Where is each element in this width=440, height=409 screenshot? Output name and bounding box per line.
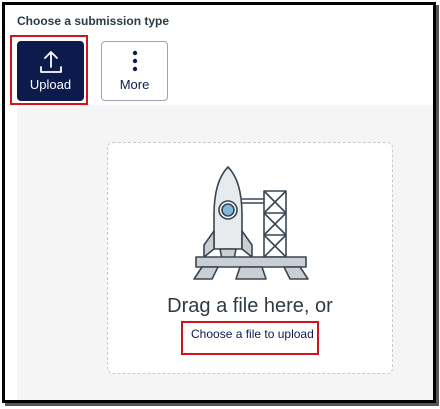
- rocket-launchpad-illustration: [193, 166, 309, 280]
- more-button[interactable]: More: [101, 41, 168, 101]
- choose-file-link[interactable]: Choose a file to upload: [191, 327, 314, 341]
- submission-panel: Choose a submission type Upload More Dra…: [2, 2, 436, 403]
- upload-content-area: Drag a file here, or Choose a file to up…: [17, 105, 433, 400]
- drag-file-text: Drag a file here, or: [167, 295, 333, 317]
- upload-button-label: Upload: [29, 77, 72, 92]
- more-vertical-icon: [131, 50, 139, 77]
- upload-button[interactable]: Upload: [17, 41, 84, 101]
- file-dropzone[interactable]: Drag a file here, or Choose a file to up…: [107, 142, 393, 374]
- upload-icon: [39, 50, 63, 79]
- submission-type-heading: Choose a submission type: [17, 14, 170, 28]
- more-button-label: More: [119, 77, 150, 92]
